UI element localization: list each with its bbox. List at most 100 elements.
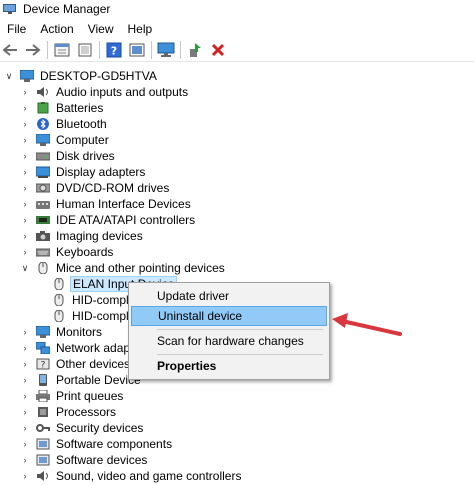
toolbar: ? [0, 39, 474, 62]
tree-item-hid-compliant-2[interactable]: HID-compli [46, 308, 133, 324]
chevron-right-icon[interactable]: › [20, 327, 30, 337]
tree-item-label: Imaging devices [56, 229, 143, 243]
optical-drive-icon [35, 182, 51, 194]
properties-button[interactable] [52, 40, 72, 60]
tree-item-imaging[interactable]: › Imaging devices [20, 228, 145, 244]
disk-drive-icon [35, 150, 51, 162]
chevron-right-icon[interactable]: › [20, 135, 30, 145]
properties-sheet-icon [54, 43, 70, 57]
tree-item-label: Keyboards [56, 245, 114, 259]
chevron-right-icon[interactable]: › [20, 119, 30, 129]
printer-icon [36, 389, 50, 403]
tree-item-label: Audio inputs and outputs [56, 85, 189, 99]
chevron-right-icon[interactable]: › [20, 375, 30, 385]
unknown-device-icon: ? [36, 358, 50, 371]
processor-icon [36, 406, 50, 418]
menu-bar: File Action View Help [0, 20, 474, 38]
menu-action[interactable]: Action [33, 22, 80, 36]
tree-item-label: Other devices [56, 357, 131, 371]
tree-item-dvd-drives[interactable]: › DVD/CD-ROM drives [20, 180, 171, 196]
forward-button[interactable] [23, 40, 43, 60]
chevron-right-icon[interactable]: › [20, 423, 30, 433]
uninstall-button[interactable] [208, 40, 228, 60]
chevron-right-icon[interactable]: › [20, 199, 30, 209]
tree-item-label: HID-compli [72, 293, 132, 307]
chevron-right-icon[interactable]: › [20, 391, 30, 401]
tree-item-print-queues[interactable]: › Print queues [20, 388, 125, 404]
tree-item-batteries[interactable]: › Batteries [20, 100, 105, 116]
context-menu: Update driver Uninstall device Scan for … [128, 282, 330, 380]
chevron-down-icon[interactable]: ∨ [20, 263, 30, 273]
chevron-right-icon[interactable]: › [20, 231, 30, 241]
tree-item-software-devices[interactable]: › Software devices [20, 452, 149, 468]
tree-item-bluetooth[interactable]: › Bluetooth [20, 116, 109, 132]
tree-item-disk-drives[interactable]: › Disk drives [20, 148, 117, 164]
tree-item-mice[interactable]: ∨ Mice and other pointing devices [20, 260, 227, 276]
uninstall-x-icon [211, 43, 225, 57]
chevron-right-icon[interactable]: › [20, 439, 30, 449]
chevron-right-icon[interactable]: › [20, 247, 30, 257]
menu-properties[interactable]: Properties [131, 356, 327, 376]
help-icon: ? [106, 42, 122, 58]
tree-item-display-adapters[interactable]: › Display adapters [20, 164, 147, 180]
tree-item-label: Security devices [56, 421, 144, 435]
help-button[interactable]: ? [104, 40, 124, 60]
window-title: Device Manager [23, 2, 111, 16]
chevron-right-icon[interactable]: › [20, 151, 30, 161]
chevron-down-icon[interactable]: ∨ [4, 71, 14, 81]
keyboard-icon [35, 246, 51, 258]
show-hidden-button[interactable] [75, 40, 95, 60]
back-button[interactable] [0, 40, 20, 60]
tree-item-label: Computer [56, 133, 109, 147]
tree-item-processors[interactable]: › Processors [20, 404, 118, 420]
tree-item-sound[interactable]: › Sound, video and game controllers [20, 468, 243, 484]
tree-item-label: Print queues [56, 389, 124, 403]
menu-update-driver[interactable]: Update driver [131, 286, 327, 306]
update-driver-button[interactable] [127, 40, 147, 60]
tree-item-network[interactable]: › Network adapte [20, 340, 142, 356]
tree-item-hid[interactable]: › Human Interface Devices [20, 196, 193, 212]
tree-item-computer[interactable]: › Computer [20, 132, 111, 148]
menu-uninstall-device[interactable]: Uninstall device [131, 306, 327, 326]
tree-item-label: HID-compli [72, 309, 132, 323]
toolbar-separator [47, 41, 48, 59]
tree-item-monitors[interactable]: › Monitors [20, 324, 104, 340]
title-bar: Device Manager [0, 0, 474, 18]
svg-text:?: ? [111, 45, 117, 58]
device-manager-icon [3, 3, 17, 15]
chevron-right-icon[interactable]: › [20, 215, 30, 225]
menu-view[interactable]: View [81, 22, 121, 36]
camera-icon [36, 230, 50, 242]
menu-scan-hardware[interactable]: Scan for hardware changes [131, 331, 327, 351]
tree-item-hid-compliant-1[interactable]: HID-compli [46, 292, 133, 308]
chevron-right-icon[interactable]: › [20, 455, 30, 465]
monitor-icon [35, 325, 51, 338]
chevron-right-icon[interactable]: › [20, 359, 30, 369]
chevron-right-icon[interactable]: › [20, 103, 30, 113]
tree-item-portable[interactable]: › Portable Device [20, 372, 143, 388]
root-label: DESKTOP-GD5HTVA [40, 69, 157, 83]
speaker-icon [36, 470, 50, 482]
chevron-right-icon[interactable]: › [20, 167, 30, 177]
tree-item-other[interactable]: › ? Other devices [20, 356, 132, 372]
tree-item-security[interactable]: › Security devices [20, 420, 145, 436]
chevron-right-icon[interactable]: › [20, 183, 30, 193]
tree-item-audio[interactable]: › Audio inputs and outputs [20, 84, 190, 100]
menu-file[interactable]: File [0, 22, 33, 36]
tree-item-software-components[interactable]: › Software components [20, 436, 174, 452]
chevron-right-icon[interactable]: › [20, 471, 30, 481]
battery-icon [36, 102, 50, 114]
chevron-right-icon[interactable]: › [20, 343, 30, 353]
mouse-icon [52, 293, 66, 307]
mouse-icon [52, 309, 66, 323]
tree-root[interactable]: ∨ DESKTOP-GD5HTVA [4, 68, 159, 84]
scan-hardware-button[interactable] [156, 40, 176, 60]
chevron-right-icon[interactable]: › [20, 87, 30, 97]
chevron-right-icon[interactable]: › [20, 407, 30, 417]
enable-device-button[interactable] [185, 40, 205, 60]
tree-item-keyboards[interactable]: › Keyboards [20, 244, 115, 260]
menu-help[interactable]: Help [121, 22, 160, 36]
tree-item-label: Monitors [56, 325, 103, 339]
tree-item-ide[interactable]: › IDE ATA/ATAPI controllers [20, 212, 197, 228]
menu-item-label: Properties [157, 359, 217, 373]
